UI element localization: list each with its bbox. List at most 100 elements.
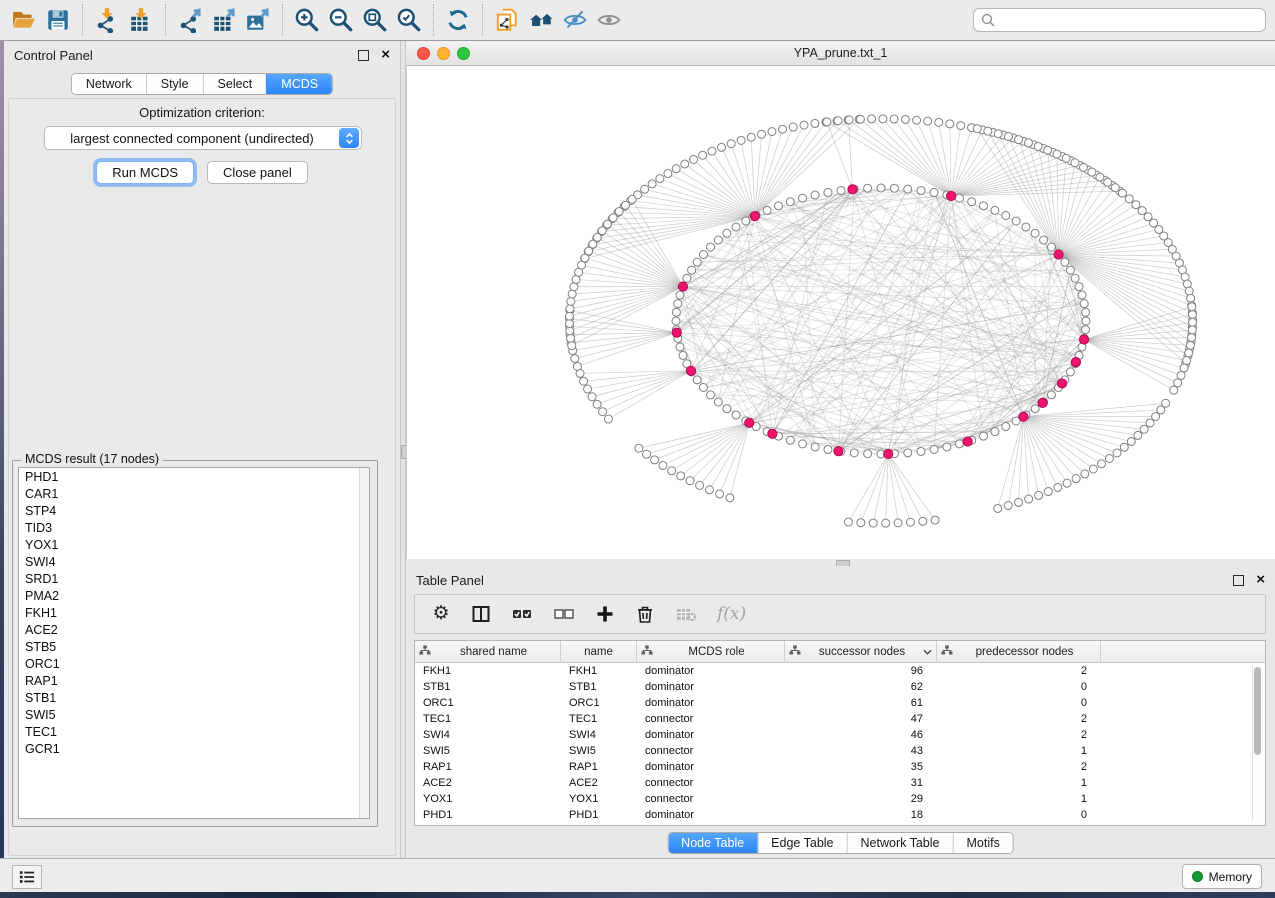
column-chooser-icon[interactable]	[471, 602, 491, 626]
deselect-all-checkboxes-icon[interactable]	[553, 602, 575, 626]
mcds-result-item[interactable]: SRD1	[19, 570, 369, 587]
table-scrollbar[interactable]	[1252, 665, 1262, 820]
mcds-result-item[interactable]: PMA2	[19, 587, 369, 604]
mcds-result-item[interactable]: STP4	[19, 502, 369, 519]
export-table-icon[interactable]	[207, 5, 241, 35]
mcds-result-item[interactable]: RAP1	[19, 672, 369, 689]
tab-select[interactable]: Select	[203, 74, 267, 94]
task-history-button[interactable]	[12, 865, 42, 889]
table-cell: 0	[937, 809, 1101, 821]
show-all-icon[interactable]	[592, 5, 626, 35]
mcds-result-item[interactable]: SWI5	[19, 706, 369, 723]
mcds-result-item[interactable]: YOX1	[19, 536, 369, 553]
zoom-selected-icon[interactable]	[392, 5, 426, 35]
close-panel-icon[interactable]: ×	[1256, 575, 1265, 585]
table-cell: 2	[937, 713, 1101, 725]
table-row[interactable]: FKH1FKH1dominator962	[415, 663, 1265, 679]
table-cell: RAP1	[415, 761, 561, 773]
table-row[interactable]: YOX1YOX1connector291	[415, 791, 1265, 807]
search-field[interactable]	[973, 8, 1266, 32]
table-row[interactable]: RAP1RAP1dominator352	[415, 759, 1265, 775]
float-window-icon[interactable]	[1233, 575, 1244, 586]
table-cell: FKH1	[561, 665, 637, 677]
column-header-name[interactable]: name	[561, 641, 637, 662]
function-builder-icon: f(x)	[717, 602, 746, 626]
tab-network-table[interactable]: Network Table	[847, 833, 953, 853]
table-row[interactable]: ACE2ACE2connector311	[415, 775, 1265, 791]
mcds-result-item[interactable]: STB5	[19, 638, 369, 655]
network-canvas[interactable]	[406, 66, 1275, 559]
memory-button[interactable]: Memory	[1182, 864, 1262, 889]
control-panel: Control Panel × NetworkStyleSelectMCDS O…	[4, 41, 400, 858]
network-view-window: YPA_prune.txt_1	[406, 41, 1275, 559]
network-graph[interactable]	[407, 66, 1275, 559]
table-row[interactable]: SWI4SWI4dominator462	[415, 727, 1265, 743]
table-row[interactable]: ORC1ORC1dominator610	[415, 695, 1265, 711]
column-header-predecessor-nodes[interactable]: predecessor nodes	[937, 641, 1101, 662]
mcds-list-scrollbar[interactable]	[359, 468, 369, 818]
table-cell: 29	[785, 793, 937, 805]
zoom-out-icon[interactable]	[324, 5, 358, 35]
table-row[interactable]: SWI5SWI5connector431	[415, 743, 1265, 759]
tab-motifs[interactable]: Motifs	[952, 833, 1012, 853]
settings-gear-icon[interactable]: ⚙	[431, 602, 451, 626]
table-cell: 31	[785, 777, 937, 789]
close-panel-button[interactable]: Close panel	[207, 161, 308, 184]
table-row[interactable]: STB1STB1dominator620	[415, 679, 1265, 695]
scrollbar-thumb[interactable]	[1254, 667, 1261, 755]
float-window-icon[interactable]	[358, 50, 369, 61]
mcds-result-item[interactable]: PHD1	[19, 468, 369, 485]
table-row[interactable]: PHD1PHD1dominator180	[415, 807, 1265, 823]
column-header-shared-name[interactable]: shared name	[415, 641, 561, 662]
criterion-dropdown[interactable]: largest connected component (undirected)	[44, 126, 362, 150]
mcds-result-list[interactable]: PHD1CAR1STP4TID3YOX1SWI4SRD1PMA2FKH1ACE2…	[18, 467, 370, 819]
mcds-result-item[interactable]: TID3	[19, 519, 369, 536]
add-column-icon[interactable]	[595, 602, 615, 626]
table-cell: YOX1	[415, 793, 561, 805]
export-image-icon[interactable]	[241, 5, 275, 35]
select-all-checkboxes-icon[interactable]	[511, 602, 533, 626]
mcds-buttons: Run MCDS Close panel	[4, 161, 400, 184]
tab-network[interactable]: Network	[72, 74, 146, 94]
run-mcds-button[interactable]: Run MCDS	[96, 161, 194, 184]
mcds-result-item[interactable]: FKH1	[19, 604, 369, 621]
export-network-icon[interactable]	[173, 5, 207, 35]
first-neighbors-icon[interactable]	[524, 5, 558, 35]
table-cell: 35	[785, 761, 937, 773]
mcds-result-item[interactable]: TEC1	[19, 723, 369, 740]
column-header-MCDS-role[interactable]: MCDS role	[637, 641, 785, 662]
table-cell: 2	[937, 729, 1101, 741]
hide-selected-icon[interactable]	[558, 5, 592, 35]
tab-edge-table[interactable]: Edge Table	[757, 833, 846, 853]
refresh-layout-icon[interactable]	[441, 5, 475, 35]
duplicate-network-icon[interactable]	[490, 5, 524, 35]
table-cell: STB1	[561, 681, 637, 693]
table-cell: dominator	[637, 809, 785, 821]
tab-mcds[interactable]: MCDS	[266, 74, 332, 94]
network-window-titlebar[interactable]: YPA_prune.txt_1	[406, 41, 1275, 66]
table-cell: dominator	[637, 729, 785, 741]
mcds-result-item[interactable]: STB1	[19, 689, 369, 706]
table-cell: SWI4	[415, 729, 561, 741]
table-cell: dominator	[637, 681, 785, 693]
tab-style[interactable]: Style	[146, 74, 203, 94]
tab-node-table[interactable]: Node Table	[668, 833, 757, 853]
column-header-successor-nodes[interactable]: successor nodes	[785, 641, 937, 662]
mcds-result-item[interactable]: GCR1	[19, 740, 369, 757]
import-table-icon[interactable]	[124, 5, 158, 35]
control-panel-header: Control Panel ×	[4, 41, 400, 69]
mcds-result-item[interactable]: SWI4	[19, 553, 369, 570]
delete-column-icon[interactable]	[635, 602, 655, 626]
search-input[interactable]	[1000, 12, 1265, 28]
open-file-icon[interactable]	[7, 5, 41, 35]
mcds-result-item[interactable]: ACE2	[19, 621, 369, 638]
close-panel-icon[interactable]: ×	[381, 50, 390, 60]
save-session-icon[interactable]	[41, 5, 75, 35]
import-network-icon[interactable]	[90, 5, 124, 35]
zoom-fit-icon[interactable]	[358, 5, 392, 35]
mcds-result-item[interactable]: ORC1	[19, 655, 369, 672]
mcds-result-item[interactable]: CAR1	[19, 485, 369, 502]
horizontal-splitter[interactable]	[406, 559, 1275, 566]
zoom-in-icon[interactable]	[290, 5, 324, 35]
table-row[interactable]: TEC1TEC1connector472	[415, 711, 1265, 727]
